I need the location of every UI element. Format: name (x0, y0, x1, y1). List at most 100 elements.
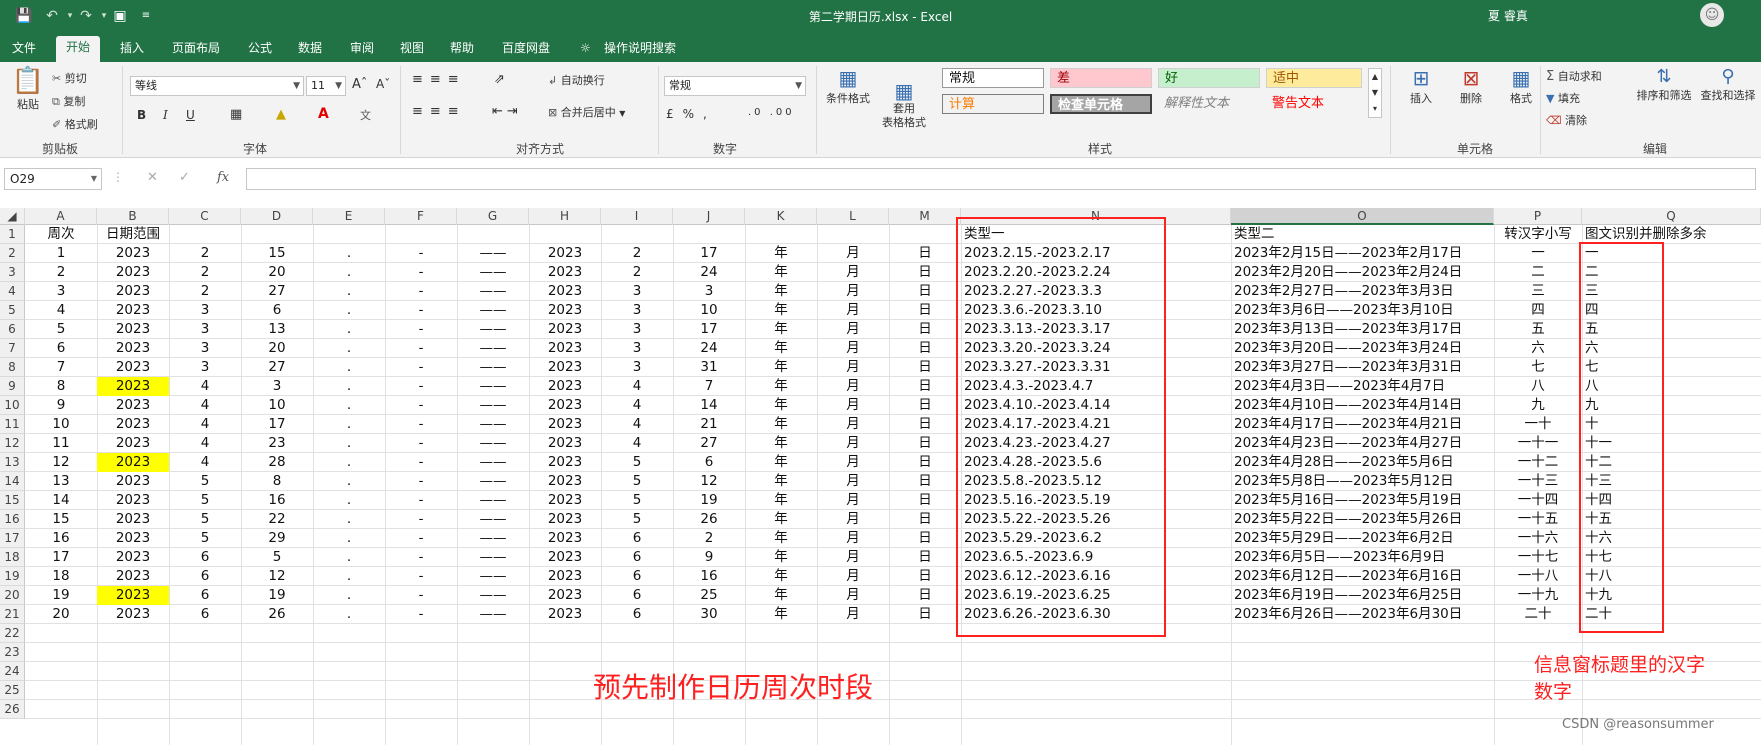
row-header-23[interactable]: 23 (0, 643, 25, 662)
cell-C21[interactable]: 6 (169, 605, 241, 624)
tab-formulas[interactable]: 公式 (248, 39, 272, 57)
cell-D8[interactable]: 27 (241, 358, 313, 377)
cell-G11[interactable]: —— (457, 415, 529, 434)
cell-P19[interactable]: 一十八 (1494, 567, 1582, 586)
cell-L9[interactable]: 月 (817, 377, 889, 396)
cell-D2[interactable]: 15 (241, 244, 313, 263)
cell-M14[interactable]: 日 (889, 472, 961, 491)
cell-M8[interactable]: 日 (889, 358, 961, 377)
cell-D13[interactable]: 28 (241, 453, 313, 472)
column-header-F[interactable]: F (385, 208, 457, 225)
row-header-15[interactable]: 15 (0, 491, 25, 510)
cell-H21[interactable]: 2023 (529, 605, 601, 624)
decrease-font-icon[interactable]: Aˇ (376, 77, 390, 91)
cell-E15[interactable]: . (313, 491, 385, 510)
cell-C10[interactable]: 4 (169, 396, 241, 415)
cell-C3[interactable]: 2 (169, 263, 241, 282)
cell-B18[interactable]: 2023 (97, 548, 169, 567)
column-header-D[interactable]: D (241, 208, 313, 225)
cell-P16[interactable]: 一十五 (1494, 510, 1582, 529)
cell-D18[interactable]: 5 (241, 548, 313, 567)
increase-font-icon[interactable]: Aˆ (352, 77, 367, 92)
style-neutral[interactable]: 适中 (1266, 68, 1362, 88)
cut-button[interactable]: ✂ 剪切 (52, 70, 87, 86)
cell-O2[interactable]: 2023年2月15日——2023年2月17日 (1234, 244, 1494, 263)
cell-O12[interactable]: 2023年4月23日——2023年4月27日 (1234, 434, 1494, 453)
cell-F21[interactable]: - (385, 605, 457, 624)
row-header-21[interactable]: 21 (0, 605, 25, 624)
cell-B1[interactable]: 日期范围 (97, 225, 169, 244)
cell-P12[interactable]: 一十一 (1494, 434, 1582, 453)
cell-O20[interactable]: 2023年6月19日——2023年6月25日 (1234, 586, 1494, 605)
cell-C19[interactable]: 6 (169, 567, 241, 586)
cell-A1[interactable]: 周次 (25, 225, 97, 244)
cell-P10[interactable]: 九 (1494, 396, 1582, 415)
borders-icon[interactable]: ▦ (230, 107, 242, 122)
row-header-1[interactable]: 1 (0, 225, 25, 244)
style-check-cell[interactable]: 检查单元格 (1050, 94, 1152, 114)
font-name-combo[interactable]: 等线 ▼ (130, 76, 304, 96)
column-header-B[interactable]: B (97, 208, 169, 225)
wrap-text-button[interactable]: ↲ 自动换行 (548, 72, 605, 88)
cell-P4[interactable]: 三 (1494, 282, 1582, 301)
cell-I13[interactable]: 5 (601, 453, 673, 472)
cell-H20[interactable]: 2023 (529, 586, 601, 605)
column-header-H[interactable]: H (529, 208, 601, 225)
row-header-6[interactable]: 6 (0, 320, 25, 339)
cell-D5[interactable]: 6 (241, 301, 313, 320)
cell-K4[interactable]: 年 (745, 282, 817, 301)
fill-color-icon[interactable]: ▲ (276, 107, 286, 122)
number-format-icons[interactable]: £%, (666, 107, 716, 121)
cell-L7[interactable]: 月 (817, 339, 889, 358)
cell-M11[interactable]: 日 (889, 415, 961, 434)
cell-J9[interactable]: 7 (673, 377, 745, 396)
cell-A4[interactable]: 3 (25, 282, 97, 301)
cell-K21[interactable]: 年 (745, 605, 817, 624)
cell-K7[interactable]: 年 (745, 339, 817, 358)
cell-H6[interactable]: 2023 (529, 320, 601, 339)
cell-A15[interactable]: 14 (25, 491, 97, 510)
cell-D20[interactable]: 19 (241, 586, 313, 605)
cell-O8[interactable]: 2023年3月27日——2023年3月31日 (1234, 358, 1494, 377)
cell-L6[interactable]: 月 (817, 320, 889, 339)
tab-file[interactable]: 文件 (12, 39, 36, 57)
cell-G17[interactable]: —— (457, 529, 529, 548)
cell-B15[interactable]: 2023 (97, 491, 169, 510)
cell-A16[interactable]: 15 (25, 510, 97, 529)
cell-P15[interactable]: 一十四 (1494, 491, 1582, 510)
user-avatar-icon[interactable]: ☺ (1700, 3, 1724, 27)
cell-A20[interactable]: 19 (25, 586, 97, 605)
cell-G6[interactable]: —— (457, 320, 529, 339)
cell-C16[interactable]: 5 (169, 510, 241, 529)
cell-F18[interactable]: - (385, 548, 457, 567)
tab-home[interactable]: 开始 (56, 36, 101, 62)
cell-C15[interactable]: 5 (169, 491, 241, 510)
cell-G20[interactable]: —— (457, 586, 529, 605)
column-header-O[interactable]: O (1231, 208, 1494, 225)
cell-E6[interactable]: . (313, 320, 385, 339)
cell-C8[interactable]: 3 (169, 358, 241, 377)
indent-icons[interactable]: ⇤⇥ (492, 104, 522, 119)
cell-I12[interactable]: 4 (601, 434, 673, 453)
cell-M19[interactable]: 日 (889, 567, 961, 586)
cell-L21[interactable]: 月 (817, 605, 889, 624)
autosum-button[interactable]: Σ 自动求和 (1546, 68, 1602, 84)
cell-B21[interactable]: 2023 (97, 605, 169, 624)
cell-B13[interactable]: 2023 (97, 453, 169, 472)
format-as-table-button[interactable]: ▦ 套用 表格格式 (876, 66, 932, 144)
cell-M7[interactable]: 日 (889, 339, 961, 358)
cell-G10[interactable]: —— (457, 396, 529, 415)
cell-K18[interactable]: 年 (745, 548, 817, 567)
cell-A7[interactable]: 6 (25, 339, 97, 358)
cell-P13[interactable]: 一十二 (1494, 453, 1582, 472)
cell-J11[interactable]: 21 (673, 415, 745, 434)
cell-L8[interactable]: 月 (817, 358, 889, 377)
cell-D15[interactable]: 16 (241, 491, 313, 510)
cell-M17[interactable]: 日 (889, 529, 961, 548)
cell-B16[interactable]: 2023 (97, 510, 169, 529)
cell-I15[interactable]: 5 (601, 491, 673, 510)
cell-E4[interactable]: . (313, 282, 385, 301)
cell-M9[interactable]: 日 (889, 377, 961, 396)
cell-L13[interactable]: 月 (817, 453, 889, 472)
cell-O1[interactable]: 类型二 (1234, 225, 1494, 244)
